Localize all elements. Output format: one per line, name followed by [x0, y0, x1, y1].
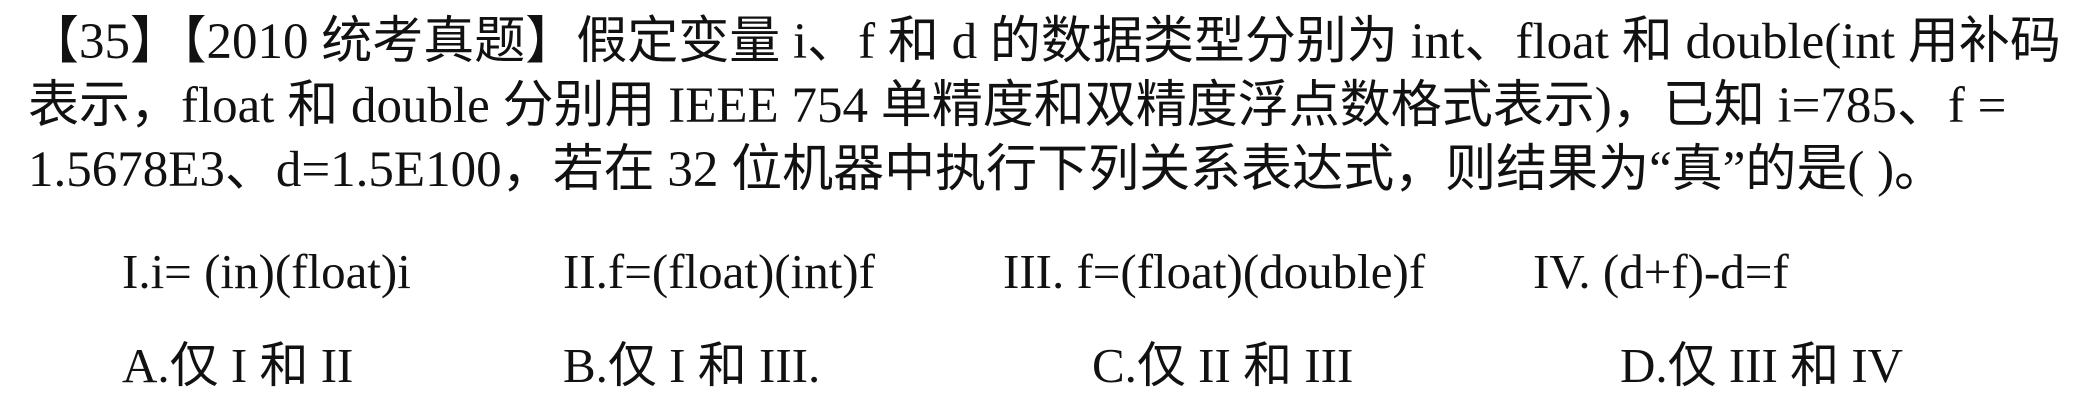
statement-i: I.i= (in)(float)i: [122, 244, 411, 299]
option-a[interactable]: A.仅 I 和 II: [122, 334, 353, 398]
question-line-3: 1.5678E3、d=1.5E100，若在 32 位机器中执行下列关系表达式，则…: [28, 142, 1946, 198]
option-c[interactable]: C.仅 II 和 III: [1092, 334, 1353, 398]
statement-list: I.i= (in)(float)i II.f=(float)(int)f III…: [0, 240, 2081, 304]
statement-iv: IV. (d+f)-d=f: [1533, 244, 1789, 299]
answer-options: A.仅 I 和 II B.仅 I 和 III. C.仅 II 和 III D.仅…: [0, 334, 2081, 398]
option-b[interactable]: B.仅 I 和 III.: [563, 334, 820, 398]
question-stem: 【35】【2010 统考真题】假定变量 i、f 和 d 的数据类型分别为 int…: [28, 10, 2064, 202]
statement-iii: III. f=(float)(double)f: [1003, 244, 1426, 299]
statement-ii: II.f=(float)(int)f: [563, 244, 875, 299]
option-d[interactable]: D.仅 III 和 IV: [1620, 334, 1903, 398]
question-line-1: 【35】【2010 统考真题】假定变量 i、f 和 d 的数据类型分别为 int…: [28, 14, 2061, 70]
question-line-2: 表示，float 和 double 分别用 IEEE 754 单精度和双精度浮点…: [28, 78, 2007, 134]
